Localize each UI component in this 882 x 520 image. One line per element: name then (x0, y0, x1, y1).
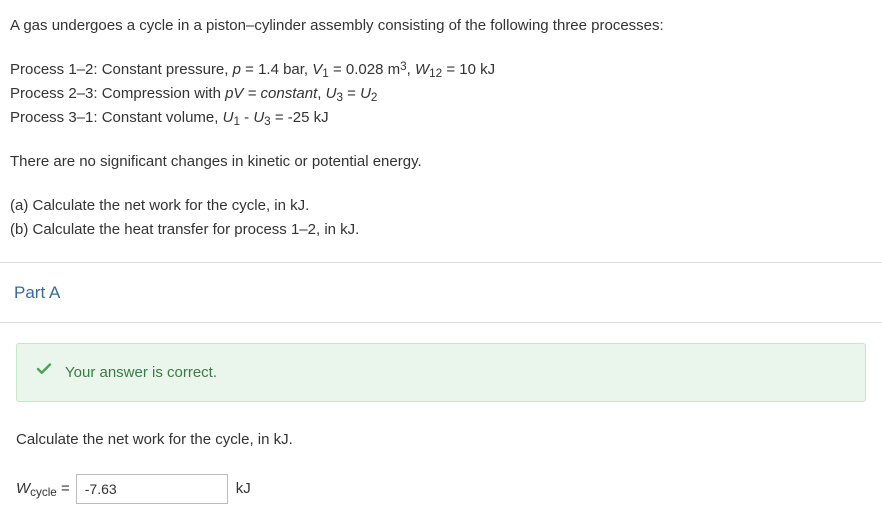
process-12: Process 1–2: Constant pressure, p = 1.4 … (10, 58, 866, 82)
answer-row: Wcycle = kJ (16, 474, 866, 504)
checkmark-icon (35, 358, 53, 387)
feedback-text: Your answer is correct. (65, 361, 217, 385)
answer-input[interactable] (76, 474, 228, 504)
answer-variable: Wcycle = (16, 477, 70, 501)
intro-text: A gas undergoes a cycle in a piston–cyli… (10, 14, 866, 38)
part-a-header[interactable]: Part A (0, 262, 882, 323)
feedback-correct-banner: Your answer is correct. (16, 343, 866, 402)
energy-note: There are no significant changes in kine… (10, 150, 866, 174)
question-a: (a) Calculate the net work for the cycle… (10, 194, 866, 218)
answer-unit: kJ (234, 477, 251, 501)
question-b: (b) Calculate the heat transfer for proc… (10, 218, 866, 242)
process-31: Process 3–1: Constant volume, U1 - U3 = … (10, 106, 866, 130)
part-a-prompt: Calculate the net work for the cycle, in… (16, 428, 866, 452)
part-a-body: Your answer is correct. Calculate the ne… (0, 323, 882, 520)
process-23: Process 2–3: Compression with pV = const… (10, 82, 866, 106)
problem-statement: A gas undergoes a cycle in a piston–cyli… (0, 0, 882, 262)
